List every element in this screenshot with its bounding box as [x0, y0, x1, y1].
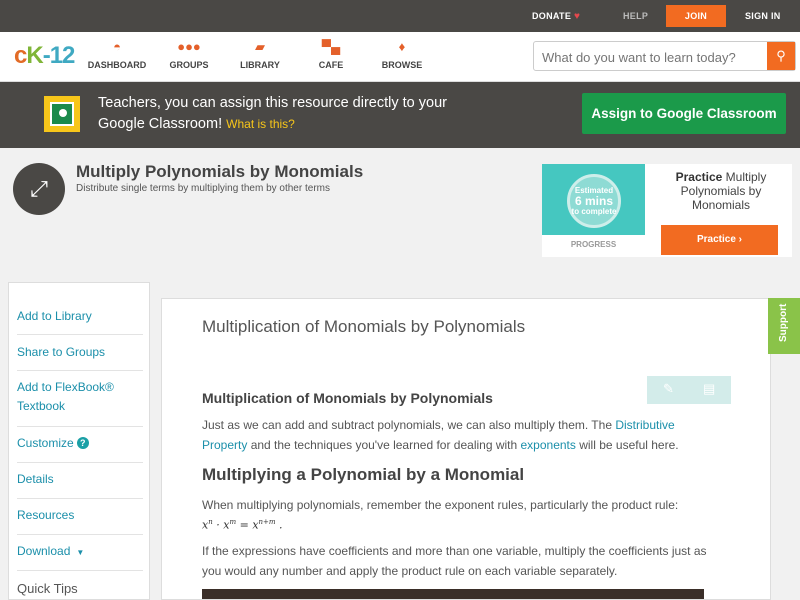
notes-icon[interactable]: ▤: [703, 381, 715, 397]
lightbulb-icon: ♦: [398, 39, 406, 54]
help-icon[interactable]: ?: [76, 437, 89, 449]
lesson-content: Multiplication of Monomials by Polynomia…: [161, 298, 771, 600]
estimate-minutes: 6 mins: [574, 194, 613, 208]
logo-c: c: [14, 42, 27, 69]
search-icon: ⚲: [776, 48, 786, 63]
math-dot: ·: [212, 518, 224, 532]
join-button[interactable]: JOIN: [666, 5, 726, 27]
sidebar-item-details[interactable]: Details: [17, 463, 143, 499]
what-is-this-link[interactable]: What is this?: [226, 117, 295, 131]
google-classroom-icon: [44, 96, 80, 132]
subsection-heading: Multiplying a Polynomial by a Monomial: [202, 465, 525, 484]
sidebar-item-resources[interactable]: Resources: [17, 499, 143, 535]
math-end: .: [275, 518, 283, 532]
practice-card: Estimated 6 mins to complete PROGRESS Pr…: [542, 164, 792, 257]
download-label: Download: [17, 544, 71, 558]
heart-icon: ♥: [573, 11, 581, 22]
chat-icon: ▀▄: [321, 39, 341, 54]
math-eq: =: [236, 518, 253, 532]
people-icon: ●●●: [177, 39, 201, 54]
intro-text-a: Just as we can add and subtract polynomi…: [202, 418, 616, 432]
gauge-icon: ◓: [113, 39, 121, 54]
banner-text: Teachers, you can assign this resource d…: [98, 93, 458, 135]
nav-library[interactable]: ▰ LIBRARY: [225, 38, 295, 70]
coefficients-paragraph: If the expressions have coefficients and…: [202, 544, 707, 578]
caret-down-icon: ▼: [76, 548, 85, 557]
sidebar-item-share-to-groups[interactable]: Share to Groups: [17, 335, 143, 371]
donate-link[interactable]: DONATE ♥: [532, 0, 580, 32]
intro-text-b: and the techniques you've learned for de…: [247, 438, 521, 452]
content-title: Multiplication of Monomials by Polynomia…: [202, 317, 526, 336]
donate-label[interactable]: DONATE: [532, 11, 571, 21]
estimate-badge: Estimated 6 mins to complete: [567, 174, 621, 228]
signin-link[interactable]: SIGN IN: [745, 0, 781, 32]
nav-dashboard[interactable]: ◓ DASHBOARD: [82, 38, 152, 70]
book-icon: ▰: [255, 39, 265, 54]
practice-title: Practice Multiply Polynomials by Monomia…: [656, 170, 786, 212]
google-classroom-banner: Teachers, you can assign this resource d…: [0, 82, 800, 148]
main-nav: cK-12 ◓ DASHBOARD ●●● GROUPS ▰ LIBRARY ▀…: [0, 32, 800, 82]
support-label: Support: [778, 303, 789, 342]
search-input[interactable]: [542, 47, 762, 67]
graph-icon: ⤢: [13, 163, 65, 215]
sidebar-item-download[interactable]: Download ▼: [17, 535, 143, 571]
nav-dashboard-label: DASHBOARD: [87, 60, 147, 70]
chevron-right-icon: ›: [738, 234, 743, 245]
intro-text-c: will be useful here.: [575, 438, 679, 452]
quick-tips-heading: Quick Tips: [17, 581, 78, 596]
video-thumbnail[interactable]: [202, 589, 704, 599]
page-title: Multiply Polynomials by Monomials: [76, 162, 364, 181]
help-link[interactable]: HELP: [623, 0, 648, 32]
ck12-logo[interactable]: cK-12: [14, 42, 76, 70]
practice-progress-panel: Estimated 6 mins to complete PROGRESS: [542, 164, 645, 257]
sidebar-item-add-to-flexbook[interactable]: Add to FlexBook® Textbook: [17, 371, 143, 427]
practice-thumbnail: Estimated 6 mins to complete: [542, 164, 645, 235]
page-subtitle: Distribute single terms by multiplying t…: [76, 183, 330, 194]
pencil-icon[interactable]: ✎: [663, 381, 674, 397]
nav-browse-label: BROWSE: [381, 60, 423, 70]
exponents-link[interactable]: exponents: [521, 438, 576, 452]
sidebar-item-customize[interactable]: Customize?: [17, 427, 143, 463]
sidebar-item-add-to-library[interactable]: Add to Library: [17, 299, 143, 335]
intro-paragraph: Just as we can add and subtract polynomi…: [202, 415, 722, 455]
practice-button[interactable]: Practice ›: [661, 225, 778, 255]
section-heading: Multiplication of Monomials by Polynomia…: [202, 390, 493, 406]
math-nm: n+m: [258, 518, 276, 526]
estimate-suffix: to complete: [571, 207, 617, 216]
nav-cafe[interactable]: ▀▄ CAFE: [296, 38, 366, 70]
practice-button-label: Practice: [696, 234, 736, 245]
logo-k: K: [26, 42, 43, 69]
progress-label: PROGRESS: [570, 240, 617, 249]
logo-n: -12: [42, 42, 76, 69]
top-bar: DONATE ♥ HELP JOIN SIGN IN: [0, 0, 800, 32]
nav-groups[interactable]: ●●● GROUPS: [154, 38, 224, 70]
product-rule-paragraph: When multiplying polynomials, remember t…: [202, 498, 679, 512]
nav-groups-label: GROUPS: [169, 60, 209, 70]
customize-label: Customize: [17, 436, 74, 450]
modality-header: ⤢ Multiply Polynomials by Monomials Dist…: [0, 148, 800, 283]
nav-library-label: LIBRARY: [240, 60, 280, 70]
search-box: ⚲: [533, 41, 796, 71]
practice-title-bold: Practice: [675, 170, 723, 184]
search-button[interactable]: ⚲: [767, 42, 795, 70]
nav-cafe-label: CAFE: [318, 60, 344, 70]
nav-browse[interactable]: ♦ BROWSE: [367, 38, 437, 70]
product-rule-formula: xn · xm = xn+m .: [202, 518, 283, 532]
annotation-toolbar: ✎ ▤: [647, 376, 731, 404]
assign-google-classroom-button[interactable]: Assign to Google Classroom: [582, 93, 786, 134]
sidebar: Add to Library Share to Groups Add to Fl…: [8, 282, 150, 600]
support-tab[interactable]: Support: [768, 298, 800, 354]
